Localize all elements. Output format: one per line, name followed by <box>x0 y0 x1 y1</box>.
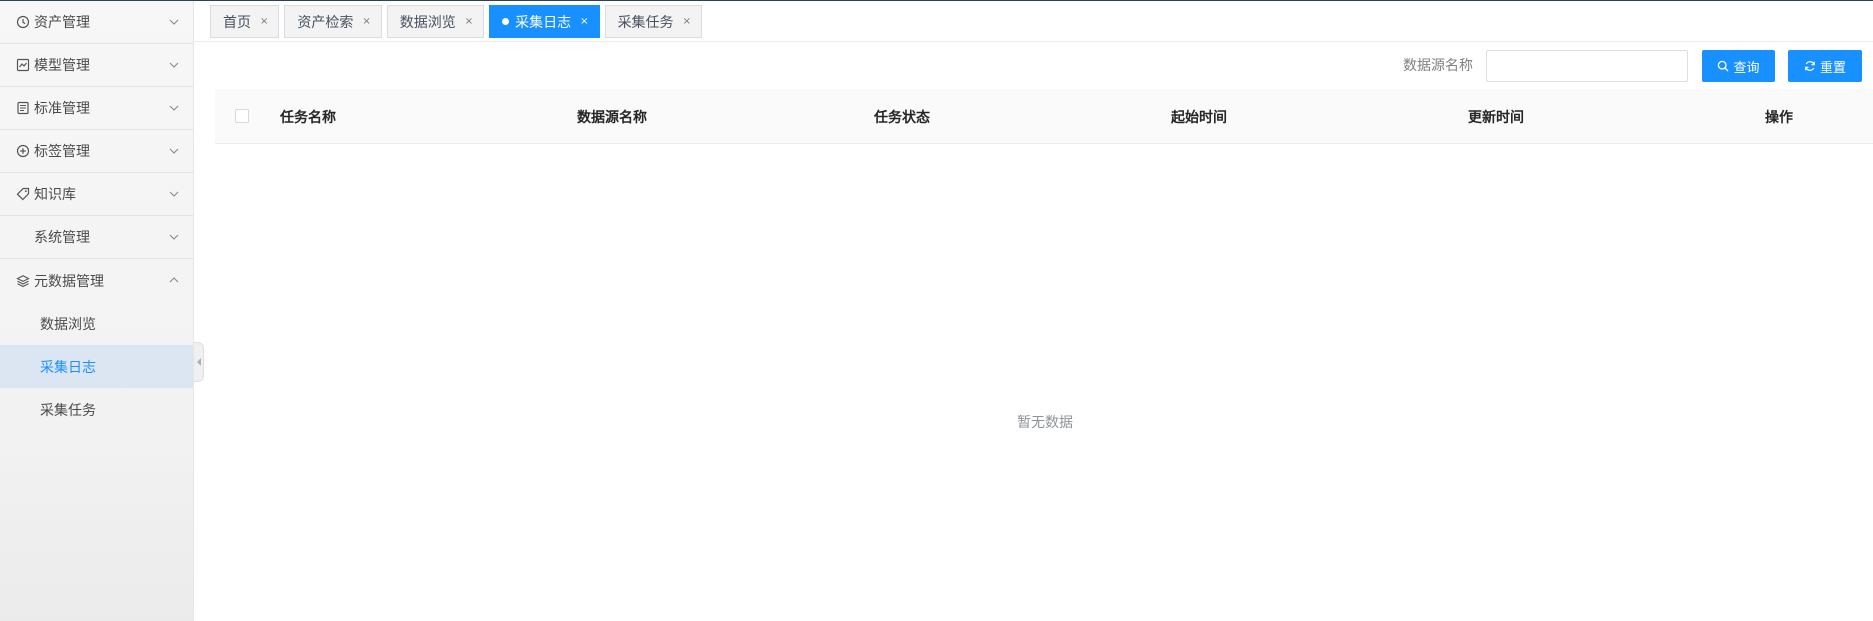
column-header-task-name[interactable]: 任务名称 <box>280 89 336 144</box>
close-icon[interactable]: × <box>260 16 268 27</box>
search-icon <box>1718 60 1729 72</box>
tabs-divider <box>194 41 1873 42</box>
column-header-actions: 操作 <box>1765 109 1793 126</box>
column-header-datasource-name[interactable]: 数据源名称 <box>577 89 647 144</box>
select-all-checkbox[interactable] <box>235 109 249 123</box>
datasource-name-label: 数据源名称 <box>1403 58 1473 74</box>
sidebar-collapse-handle[interactable] <box>194 342 204 382</box>
document-icon <box>16 101 30 115</box>
sidebar: 资产管理 模型管理 标准管理 标签管理 知识库 系统管理 元数据管理 数据浏览 … <box>0 1 194 621</box>
column-header-update-time[interactable]: 更新时间 <box>1468 89 1524 144</box>
sidebar-subitem-collection-task[interactable]: 采集任务 <box>0 388 193 431</box>
tab-data-browse[interactable]: 数据浏览 × <box>386 5 485 38</box>
close-icon[interactable]: × <box>465 16 473 27</box>
reset-button[interactable]: 重置 <box>1788 50 1862 82</box>
chevron-down-icon <box>169 19 179 25</box>
sidebar-item-standard-management[interactable]: 标准管理 <box>0 87 193 130</box>
chevron-up-icon <box>169 277 179 283</box>
close-icon[interactable]: × <box>580 16 588 27</box>
chevron-down-icon <box>169 105 179 111</box>
close-icon[interactable]: × <box>683 16 691 27</box>
sidebar-subitem-collection-log[interactable]: 采集日志 <box>0 345 193 388</box>
sidebar-item-tag-management[interactable]: 标签管理 <box>0 130 193 173</box>
datasource-name-input[interactable] <box>1486 50 1688 82</box>
tag-icon <box>16 187 30 201</box>
query-button[interactable]: 查询 <box>1702 50 1775 82</box>
chevron-down-icon <box>169 62 179 68</box>
sidebar-subitem-data-browse[interactable]: 数据浏览 <box>0 302 193 345</box>
sidebar-item-label: 模型管理 <box>34 58 90 74</box>
sidebar-item-model-management[interactable]: 模型管理 <box>0 44 193 87</box>
empty-state-text: 暂无数据 <box>1017 415 1073 431</box>
tab-asset-search[interactable]: 资产检索 × <box>284 5 382 38</box>
column-header-start-time[interactable]: 起始时间 <box>1171 89 1227 144</box>
sidebar-item-system-management[interactable]: 系统管理 <box>0 216 193 259</box>
tabs-bar: 首页 × 资产检索 × 数据浏览 × 采集日志 × 采集任务 × <box>210 5 707 38</box>
sidebar-item-label: 系统管理 <box>34 230 90 246</box>
clock-icon <box>16 15 30 29</box>
sidebar-item-label: 标准管理 <box>34 101 90 117</box>
tab-collection-log[interactable]: 采集日志 × <box>489 5 600 38</box>
sidebar-item-label: 元数据管理 <box>34 273 104 290</box>
sidebar-item-label: 知识库 <box>34 187 76 203</box>
sidebar-item-asset-management[interactable]: 资产管理 <box>0 1 193 44</box>
chevron-down-icon <box>169 148 179 154</box>
chevron-down-icon <box>169 234 179 240</box>
plus-circle-icon <box>16 144 30 158</box>
tab-home[interactable]: 首页 × <box>210 5 280 38</box>
layers-icon <box>16 274 30 288</box>
tab-collection-task[interactable]: 采集任务 × <box>604 5 702 38</box>
sidebar-item-label: 资产管理 <box>34 15 90 31</box>
sidebar-item-knowledge-base[interactable]: 知识库 <box>0 173 193 216</box>
chevron-left-icon <box>196 358 201 366</box>
chart-icon <box>16 58 30 72</box>
refresh-icon <box>1805 61 1815 71</box>
chevron-down-icon <box>169 191 179 197</box>
column-header-task-status[interactable]: 任务状态 <box>874 89 930 144</box>
sidebar-item-metadata-management[interactable]: 元数据管理 <box>0 259 193 302</box>
active-dot-icon <box>502 18 510 25</box>
sidebar-item-label: 标签管理 <box>34 144 90 160</box>
close-icon[interactable]: × <box>362 16 370 27</box>
table-header: 任务名称 数据源名称 任务状态 起始时间 更新时间 操作 <box>215 89 1873 144</box>
top-border <box>0 0 1873 1</box>
